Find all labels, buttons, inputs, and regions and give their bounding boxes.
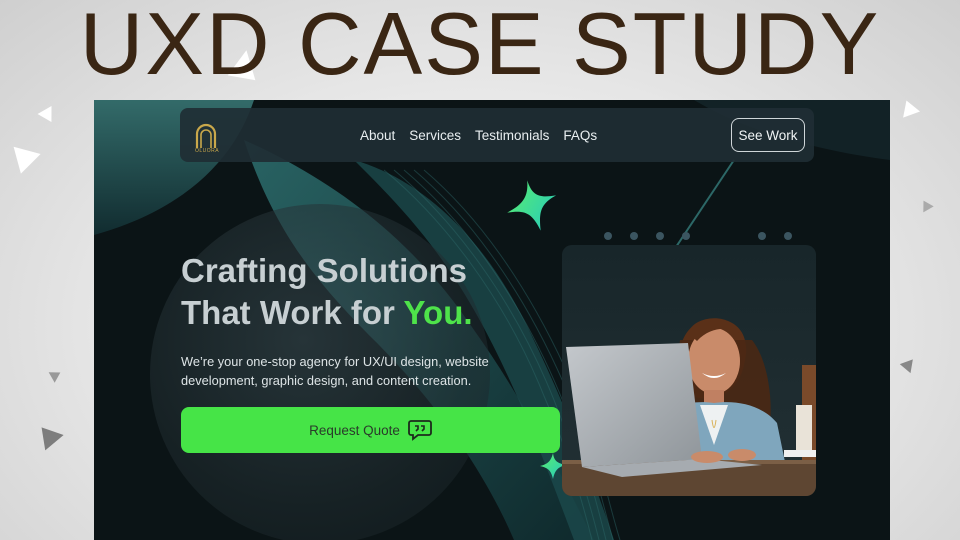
nav-about[interactable]: About <box>360 128 395 143</box>
quote-bubble-icon <box>408 420 432 441</box>
headline-accent: You. <box>403 294 473 331</box>
case-study-title: UXD CASE STUDY <box>79 0 881 93</box>
see-work-button[interactable]: See Work <box>731 118 805 152</box>
nav-services[interactable]: Services <box>409 128 461 143</box>
confetti-shard <box>32 419 64 451</box>
site-navbar: OLUORA About Services Testimonials FAQs … <box>180 108 814 162</box>
confetti-shard <box>7 146 41 178</box>
confetti-shard <box>48 367 64 383</box>
headline-line-2-text: That Work for <box>181 294 404 331</box>
arch-logo-icon[interactable] <box>194 122 218 150</box>
headline-line-1: Crafting Solutions <box>181 252 467 289</box>
website-screenshot: OLUORA About Services Testimonials FAQs … <box>94 100 890 540</box>
confetti-shard <box>899 354 919 374</box>
headline-line-2: That Work for You. <box>181 292 473 334</box>
woman-with-laptop-photo <box>562 245 816 496</box>
nav-faqs[interactable]: FAQs <box>563 128 597 143</box>
hero-headline: Crafting Solutions That Work for You. <box>181 250 473 334</box>
hero-subtext: We’re your one-stop agency for UX/UI des… <box>181 354 489 388</box>
confetti-shard <box>897 97 921 118</box>
sparkle-star-icon <box>506 180 557 231</box>
request-quote-label: Request Quote <box>309 422 400 438</box>
confetti-shard <box>37 101 59 123</box>
nav-links: About Services Testimonials FAQs <box>360 108 597 162</box>
logo-wordmark: OLUORA <box>194 148 220 154</box>
confetti-shard <box>918 197 934 213</box>
request-quote-button[interactable]: Request Quote <box>181 407 560 453</box>
nav-testimonials[interactable]: Testimonials <box>475 128 549 143</box>
